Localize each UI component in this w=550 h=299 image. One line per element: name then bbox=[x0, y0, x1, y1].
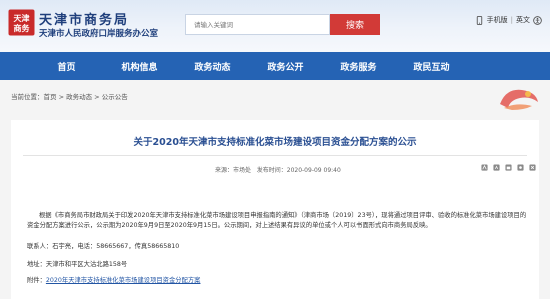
site-header: 天津 商务 天津市商务局 天津市人民政府口岸服务办公室 搜索 手机版 | 英文 bbox=[0, 0, 550, 52]
article-date: 发布时间：2020-09-09 09:40 bbox=[256, 167, 341, 174]
nav-item-public-information[interactable]: 政务公开 bbox=[249, 52, 322, 80]
mobile-icon bbox=[476, 15, 482, 25]
article-source: 来源：市场处 bbox=[215, 167, 252, 174]
nav-item-organization[interactable]: 机构信息 bbox=[103, 52, 176, 80]
font-small-icon[interactable] bbox=[493, 164, 500, 171]
svg-text:商务: 商务 bbox=[14, 23, 31, 33]
nav-item-government-services[interactable]: 政务服务 bbox=[322, 52, 395, 80]
mobile-link[interactable]: 手机版 bbox=[487, 15, 508, 25]
breadcrumb-separator: > bbox=[92, 93, 102, 101]
article-title: 关于2020年天津市支持标准化菜市场建设项目资金分配方案的公示 bbox=[133, 137, 417, 148]
close-icon[interactable] bbox=[529, 164, 536, 171]
article-attachment: 附件：2020年天津市支持标准化菜市场建设项目资金分配方案 bbox=[27, 275, 200, 284]
attachment-label: 附件： bbox=[27, 277, 46, 284]
attachment-link[interactable]: 2020年天津市支持标准化菜市场建设项目资金分配方案 bbox=[46, 277, 201, 284]
nav-item-government-news[interactable]: 政务动态 bbox=[176, 52, 249, 80]
nav-item-interaction[interactable]: 政民互动 bbox=[395, 52, 468, 80]
breadcrumb-separator: > bbox=[56, 93, 67, 101]
font-large-icon[interactable] bbox=[481, 164, 488, 171]
nav-item-home[interactable]: 首页 bbox=[30, 52, 103, 80]
article-contact: 联系人：石宇亮，电话：58665667，传真58665810 bbox=[27, 243, 180, 250]
accessibility-icon[interactable] bbox=[533, 15, 542, 25]
breadcrumb-news[interactable]: 政务动态 bbox=[66, 93, 92, 101]
breadcrumb-label: 当前位置： bbox=[11, 93, 44, 101]
breadcrumb: 当前位置：首页 > 政务动态 > 公示公告 bbox=[11, 91, 128, 101]
top-links: 手机版 | 英文 bbox=[475, 15, 542, 25]
breadcrumb-home[interactable]: 首页 bbox=[44, 93, 57, 101]
site-subtitle: 天津市人民政府口岸服务办公室 bbox=[39, 29, 159, 39]
article-paragraph: 根据《市商务局市财政局关于印发2020年天津市支持标准化菜市场建设项目申报指南的… bbox=[27, 212, 527, 229]
title-divider bbox=[23, 155, 527, 156]
link-separator: | bbox=[510, 16, 513, 24]
main-nav: 首页 机构信息 政务动态 政务公开 政务服务 政民互动 bbox=[0, 52, 550, 80]
decorative-emblem-icon bbox=[500, 89, 538, 110]
print-icon[interactable] bbox=[505, 164, 512, 171]
breadcrumb-bar: 当前位置：首页 > 政务动态 > 公示公告 bbox=[0, 80, 550, 110]
article-meta: 来源：市场处 发布时间：2020-09-09 09:40 bbox=[215, 165, 341, 174]
article-panel: 关于2020年天津市支持标准化菜市场建设项目资金分配方案的公示 来源：市场处 发… bbox=[11, 120, 539, 299]
article-tools bbox=[481, 164, 536, 171]
search-input[interactable] bbox=[185, 14, 330, 35]
site-title[interactable]: 天津市商务局 bbox=[39, 9, 129, 28]
search-button[interactable]: 搜索 bbox=[330, 14, 380, 35]
site-logo-icon[interactable]: 天津 商务 bbox=[8, 9, 35, 36]
english-link[interactable]: 英文 bbox=[516, 15, 530, 25]
article-address: 地址：天津市和平区大沽北路158号 bbox=[27, 261, 128, 268]
breadcrumb-announcements[interactable]: 公示公告 bbox=[102, 93, 128, 101]
share-icon[interactable] bbox=[517, 164, 524, 171]
svg-text:天津: 天津 bbox=[14, 13, 30, 23]
